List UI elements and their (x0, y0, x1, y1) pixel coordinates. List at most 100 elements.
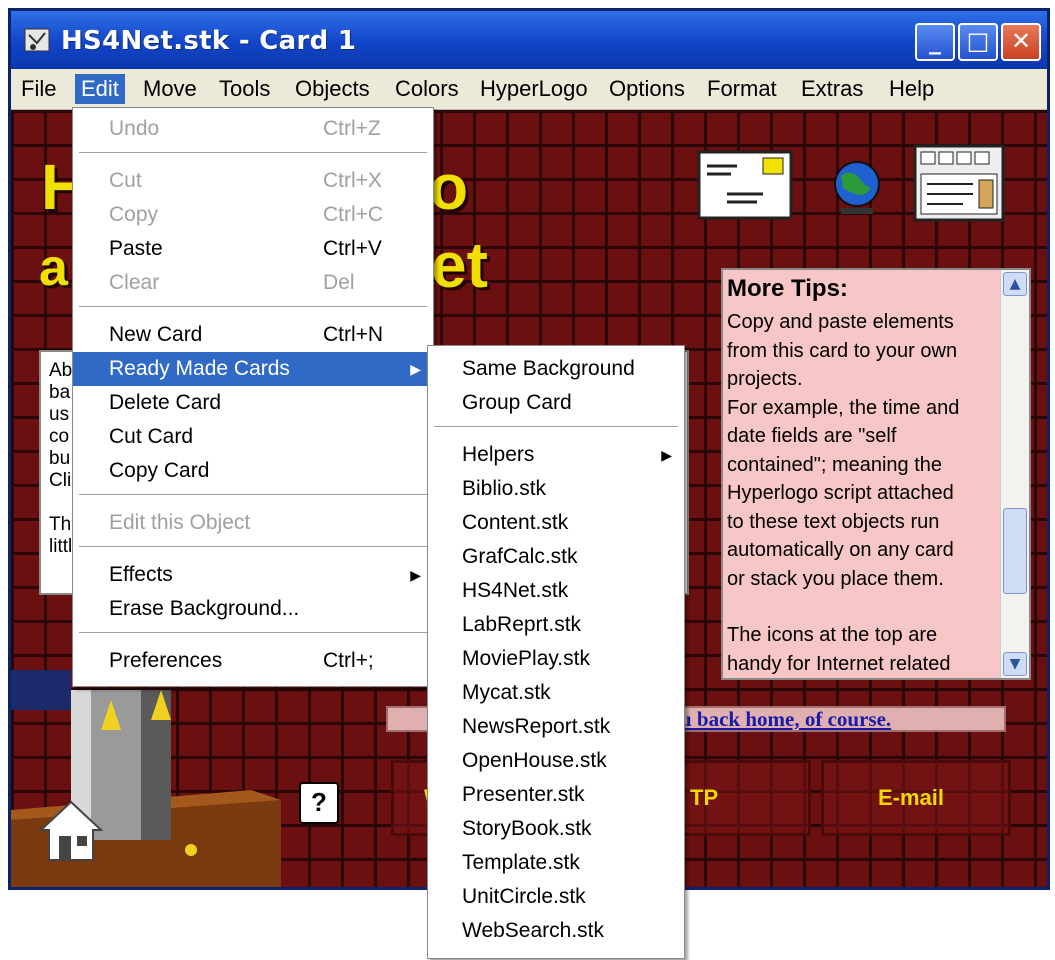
submenu-stack-item[interactable]: MoviePlay.stk (428, 642, 684, 676)
menu-paste[interactable]: Paste Ctrl+V (73, 232, 433, 266)
menu-edit[interactable]: Edit (75, 74, 125, 104)
submenu-stack-item[interactable]: Template.stk (428, 846, 684, 880)
menu-objects[interactable]: Objects (289, 74, 376, 104)
submenu-stack-item[interactable]: GrafCalc.stk (428, 540, 684, 574)
tips-line: or stack you place them. (727, 567, 944, 590)
menu-move[interactable]: Move (137, 74, 203, 104)
submenu-stack-item[interactable]: WebSearch.stk (428, 914, 684, 948)
mail-envelope-icon[interactable] (697, 150, 793, 222)
menu-edit-object-label: Edit this Object (109, 511, 251, 534)
tips-line: from this card to your own (727, 339, 958, 362)
menu-clear-shortcut: Del (323, 271, 355, 294)
menu-effects[interactable]: Effects ▶ (73, 558, 433, 592)
menu-extras[interactable]: Extras (795, 74, 869, 104)
menu-clear[interactable]: Clear Del (73, 266, 433, 300)
title-bar[interactable]: HS4Net.stk - Card 1 _ □ ✕ (11, 11, 1047, 69)
menu-new-card-shortcut: Ctrl+N (323, 323, 384, 346)
menu-cut-card[interactable]: Cut Card (73, 420, 433, 454)
close-icon: ✕ (1010, 27, 1032, 55)
menu-separator (79, 306, 427, 310)
scroll-down-icon[interactable]: ▼ (1003, 652, 1027, 676)
submenu-stack-item[interactable]: Mycat.stk (428, 676, 684, 710)
menu-help[interactable]: Help (883, 74, 940, 104)
menu-ready-made-cards[interactable]: Ready Made Cards ▶ (73, 352, 433, 386)
submenu-stack-item[interactable]: Presenter.stk (428, 778, 684, 812)
tips-line: projects. (727, 368, 803, 390)
menu-preferences-shortcut: Ctrl+; (323, 649, 374, 672)
submenu-stack-item[interactable]: OpenHouse.stk (428, 744, 684, 778)
submenu-stack-item[interactable]: HS4Net.stk (428, 574, 684, 608)
submenu-same-background[interactable]: Same Background (428, 352, 684, 386)
menu-edit-object[interactable]: Edit this Object (73, 506, 433, 540)
card-heading-fragment: et (431, 229, 488, 301)
tips-line: Hyperlogo script attached (727, 482, 954, 504)
menu-copy-card-label: Copy Card (109, 459, 210, 482)
window-title: HS4Net.stk - Card 1 (61, 26, 357, 56)
menu-copy[interactable]: Copy Ctrl+C (73, 198, 433, 232)
tips-line: handy for Internet related (727, 652, 951, 675)
menu-erase-background-label: Erase Background... (109, 597, 300, 620)
submenu-stack-item[interactable]: NewsReport.stk (428, 710, 684, 744)
menu-separator (434, 426, 678, 430)
menu-new-card-label: New Card (109, 323, 203, 346)
submenu-helpers[interactable]: Helpers ▶ (428, 438, 684, 472)
submenu-item-label: Template.stk (462, 851, 580, 874)
card-heading-fragment: a (39, 239, 68, 297)
submenu-item-label: Content.stk (462, 511, 569, 534)
tips-line: Copy and paste elements (727, 311, 954, 333)
menu-copy-card[interactable]: Copy Card (73, 454, 433, 488)
menu-delete-card[interactable]: Delete Card (73, 386, 433, 420)
menu-copy-label: Copy (109, 203, 159, 226)
menu-undo-shortcut: Ctrl+Z (323, 117, 381, 140)
menu-paste-label: Paste (109, 237, 163, 260)
close-button[interactable]: ✕ (1001, 23, 1041, 61)
menu-hyperlogo[interactable]: HyperLogo (474, 74, 594, 104)
menu-new-card[interactable]: New Card Ctrl+N (73, 318, 433, 352)
menu-delete-card-label: Delete Card (109, 391, 222, 414)
maximize-button[interactable]: □ (958, 23, 998, 61)
menu-separator (79, 546, 427, 550)
menu-preferences[interactable]: Preferences Ctrl+; (73, 644, 433, 678)
menu-options[interactable]: Options (603, 74, 691, 104)
menu-copy-shortcut: Ctrl+C (323, 203, 384, 226)
submenu-item-label: OpenHouse.stk (462, 749, 607, 772)
menu-cut-shortcut: Ctrl+X (323, 169, 382, 192)
submenu-item-label: Mycat.stk (462, 681, 551, 704)
submenu-group-card[interactable]: Group Card (428, 386, 684, 420)
tips-line: date fields are "self (727, 425, 897, 447)
tips-line: For example, the time and (727, 396, 960, 419)
minimize-button[interactable]: _ (915, 23, 955, 61)
menu-file[interactable]: File (15, 74, 62, 104)
scroll-up-icon[interactable]: ▲ (1003, 272, 1027, 296)
menu-bar: File Edit Move Tools Objects Colors Hype… (11, 69, 1047, 110)
maximize-icon: □ (966, 27, 990, 55)
scroll-thumb[interactable] (1003, 508, 1027, 594)
help-question-button[interactable]: ? (299, 782, 339, 824)
globe-icon[interactable] (831, 158, 883, 218)
menu-format[interactable]: Format (701, 74, 783, 104)
tips-scrollbar[interactable]: ▲ ▼ (1000, 270, 1029, 678)
web-page-icon[interactable] (913, 144, 1005, 224)
email-button[interactable]: E-mail (821, 760, 1011, 836)
menu-erase-background[interactable]: Erase Background... (73, 592, 433, 626)
menu-separator (79, 494, 427, 498)
tips-line: contained"; meaning the (727, 453, 943, 476)
menu-undo[interactable]: Undo Ctrl+Z (73, 112, 433, 146)
submenu-stack-item[interactable]: LabReprt.stk (428, 608, 684, 642)
menu-preferences-label: Preferences (109, 649, 223, 672)
submenu-item-label: NewsReport.stk (462, 715, 611, 738)
submenu-stack-item[interactable]: Content.stk (428, 506, 684, 540)
menu-colors[interactable]: Colors (389, 74, 465, 104)
submenu-item-label: Helpers (462, 443, 535, 466)
home-icon[interactable] (39, 798, 103, 862)
menu-clear-label: Clear (109, 271, 160, 294)
menu-ready-made-label: Ready Made Cards (109, 357, 290, 380)
menu-effects-label: Effects (109, 563, 173, 586)
tips-field[interactable]: More Tips: Copy and paste elements from … (721, 268, 1031, 680)
submenu-stack-item[interactable]: Biblio.stk (428, 472, 684, 506)
submenu-stack-item[interactable]: StoryBook.stk (428, 812, 684, 846)
menu-tools[interactable]: Tools (213, 74, 276, 104)
submenu-stack-item[interactable]: UnitCircle.stk (428, 880, 684, 914)
submenu-item-label: MoviePlay.stk (462, 647, 590, 670)
menu-cut[interactable]: Cut Ctrl+X (73, 164, 433, 198)
